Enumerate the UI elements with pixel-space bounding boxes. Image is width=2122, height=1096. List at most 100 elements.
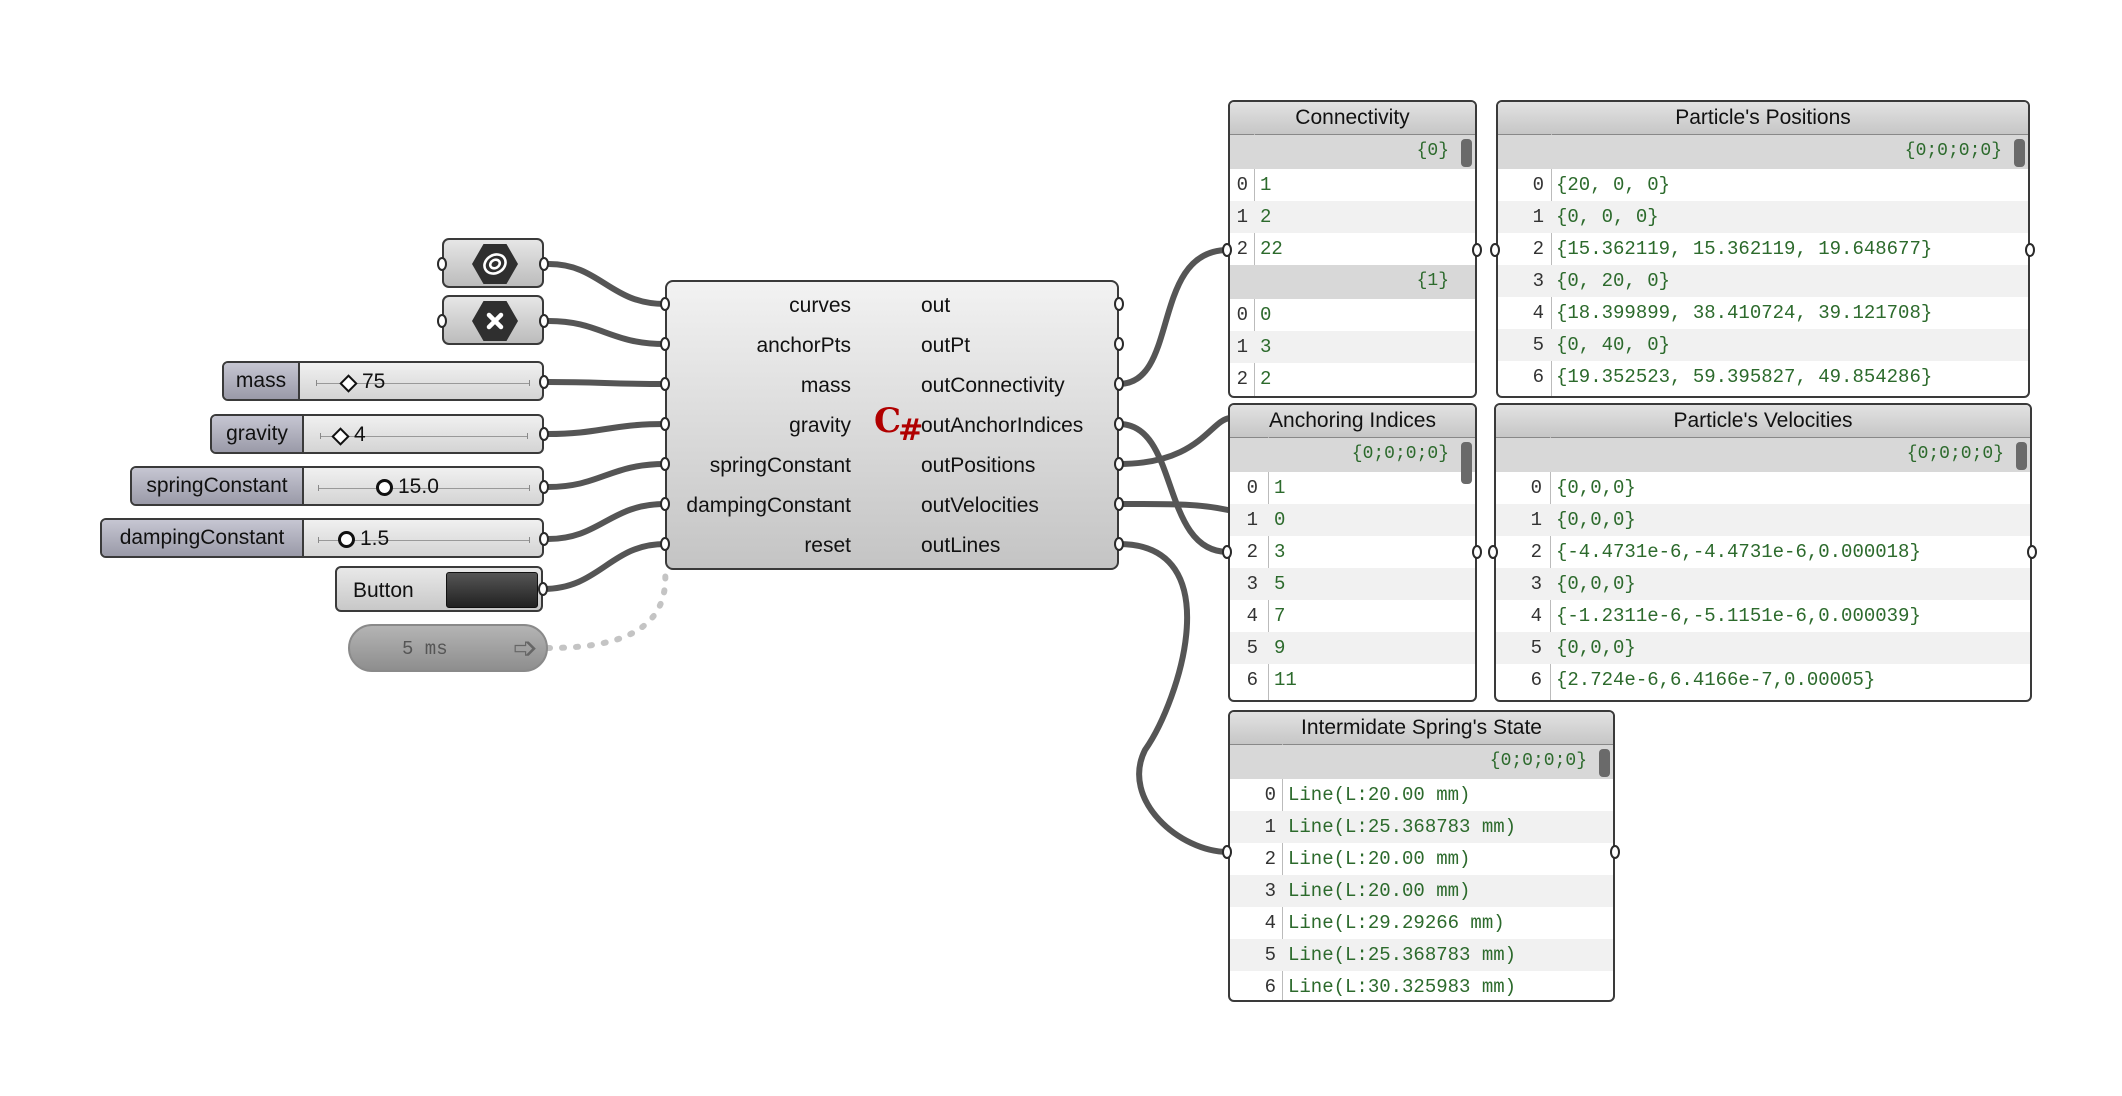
item-value: {15.362119, 15.362119, 19.648677}	[1556, 238, 1933, 260]
item-value: 0	[1260, 304, 1272, 326]
wire-outlines	[1116, 541, 1231, 855]
port-out-outpt[interactable]	[1114, 337, 1124, 351]
panel-velocities-input[interactable]	[1488, 545, 1498, 559]
slider-mass-knob[interactable]	[339, 374, 358, 393]
item-index: 4	[1530, 605, 1542, 627]
panel-connectivity-input[interactable]	[1222, 243, 1232, 257]
panel-velocities[interactable]: Particle's Velocities {0;0;0;0} 0 {0,0,0}…	[1494, 403, 2032, 702]
list-item: 22	[1230, 363, 1475, 395]
port-out-outanchorindices[interactable]	[1114, 417, 1124, 431]
point-param[interactable]	[442, 295, 544, 345]
item-index: 2	[1236, 368, 1248, 390]
item-value: 1	[1260, 174, 1272, 196]
curve-param-output[interactable]	[539, 257, 549, 271]
port-out-outconnectivity[interactable]	[1114, 377, 1124, 391]
curve-param-input[interactable]	[437, 257, 447, 271]
port-in-curves[interactable]	[660, 297, 670, 311]
slider-springconstant[interactable]: springConstant 15.0	[130, 466, 544, 506]
panel-velocities-output[interactable]	[2027, 545, 2037, 559]
scrollbar[interactable]	[1599, 749, 1610, 777]
list-item: 6 11	[1230, 664, 1475, 696]
slider-springconstant-output[interactable]	[539, 480, 549, 494]
panel-anchoring-output[interactable]	[1472, 545, 1482, 559]
panel-connectivity-output[interactable]	[1472, 243, 1482, 257]
list-item: 6 {2.724e-6,6.4166e-7,0.00005}	[1496, 664, 2030, 696]
panel-anchoring-input[interactable]	[1222, 545, 1232, 559]
port-out-out[interactable]	[1114, 297, 1124, 311]
item-value: Line(L:30.325983 mm)	[1288, 976, 1517, 998]
item-value: {19.352523, 59.395827, 49.854286}	[1556, 366, 1933, 388]
port-in-dampingconstant[interactable]	[660, 497, 670, 511]
panel-positions-output[interactable]	[2025, 243, 2035, 257]
list-item: 2 Line(L:20.00 mm)	[1230, 843, 1613, 875]
button-output[interactable]	[538, 582, 548, 596]
port-in-reset[interactable]	[660, 537, 670, 551]
output-outconnectivity: outConnectivity	[921, 374, 1065, 397]
item-value: {0,0,0}	[1556, 637, 1636, 659]
point-param-output[interactable]	[539, 314, 549, 328]
port-in-springconstant[interactable]	[660, 457, 670, 471]
slider-dampingconstant[interactable]: dampingConstant 1.5	[100, 518, 544, 558]
timer-component[interactable]: 5 ms ➩	[348, 624, 548, 672]
curve-param[interactable]	[442, 238, 544, 288]
scrollbar[interactable]	[1461, 139, 1472, 167]
panel-springs-output[interactable]	[1610, 845, 1620, 859]
scrollbar[interactable]	[2014, 139, 2025, 167]
port-out-outpositions[interactable]	[1114, 457, 1124, 471]
list-item: 01	[1230, 472, 1475, 504]
slider-gravity-knob[interactable]	[331, 427, 350, 446]
point-param-input[interactable]	[437, 314, 447, 328]
item-value: 0	[1274, 509, 1286, 531]
slider-springconstant-label: springConstant	[132, 468, 304, 504]
slider-gravity-output[interactable]	[539, 427, 549, 441]
timer-interval: 5 ms	[402, 638, 448, 660]
slider-gravity[interactable]: gravity 4	[210, 414, 544, 454]
slider-springconstant-knob[interactable]	[376, 479, 393, 496]
panel-connectivity[interactable]: Connectivity {0} 01 12 2 22 {1} 00 13 22	[1228, 100, 1477, 398]
list-item: 2 {15.362119, 15.362119, 19.648677}	[1498, 233, 2028, 265]
slider-dampingconstant-output[interactable]	[539, 532, 549, 546]
slider-mass[interactable]: mass 75	[222, 361, 544, 401]
item-value: {0, 0, 0}	[1556, 206, 1659, 228]
slider-mass-label: mass	[224, 363, 300, 399]
panel-springs-input[interactable]	[1222, 845, 1232, 859]
item-value: 3	[1274, 541, 1286, 563]
item-value: 11	[1274, 669, 1297, 691]
panel-positions-input[interactable]	[1490, 243, 1500, 257]
branch-path: {0}	[1416, 141, 1449, 161]
button-press-area[interactable]	[446, 572, 538, 608]
slider-gravity-track[interactable]	[320, 433, 528, 439]
port-in-mass[interactable]	[660, 377, 670, 391]
list-item: 6 Line(L:30.325983 mm)	[1230, 971, 1613, 1000]
item-index: 4	[1532, 302, 1544, 324]
list-item: 3 Line(L:20.00 mm)	[1230, 875, 1613, 907]
input-curves: curves	[789, 294, 851, 317]
list-item: 6 {19.352523, 59.395827, 49.854286}	[1498, 361, 2028, 393]
item-value: Line(L:25.368783 mm)	[1288, 816, 1517, 838]
item-value: {0, 20, 0}	[1556, 270, 1671, 292]
item-value: {0, 40, 0}	[1556, 334, 1671, 356]
reset-button-component[interactable]: Button	[335, 566, 543, 612]
slider-dampingconstant-knob[interactable]	[338, 531, 355, 548]
branch-path: {1}	[1416, 271, 1449, 291]
branch-path: {0;0;0;0}	[1904, 141, 2002, 161]
panel-anchoring-indices[interactable]: Anchoring Indices {0;0;0;0} 01 10 23 35 …	[1228, 403, 1477, 702]
branch-path: {0;0;0;0}	[1351, 444, 1449, 464]
item-value: {20, 0, 0}	[1556, 174, 1671, 196]
scrollbar[interactable]	[2016, 442, 2027, 470]
list-item: 59	[1230, 632, 1475, 664]
slider-mass-output[interactable]	[539, 375, 549, 389]
port-out-outvelocities[interactable]	[1114, 497, 1124, 511]
port-in-gravity[interactable]	[660, 417, 670, 431]
port-out-outlines[interactable]	[1114, 537, 1124, 551]
slider-springconstant-value: 15.0	[398, 475, 439, 498]
branch-header: {0}	[1230, 135, 1475, 169]
panel-spring-state[interactable]: Intermidate Spring's State {0;0;0;0} 0 Li…	[1228, 710, 1615, 1002]
item-value: 22	[1260, 238, 1283, 260]
csharp-script-component[interactable]: curves anchorPts mass gravity springCons…	[665, 280, 1119, 570]
branch-path: {0;0;0;0}	[1489, 751, 1587, 771]
panel-positions[interactable]: Particle's Positions {0;0;0;0} 0 {20, 0, …	[1496, 100, 2030, 398]
port-in-anchorpts[interactable]	[660, 337, 670, 351]
item-value: {-1.2311e-6,-5.1151e-6,0.000039}	[1556, 605, 1921, 627]
list-item: 00	[1230, 299, 1475, 331]
